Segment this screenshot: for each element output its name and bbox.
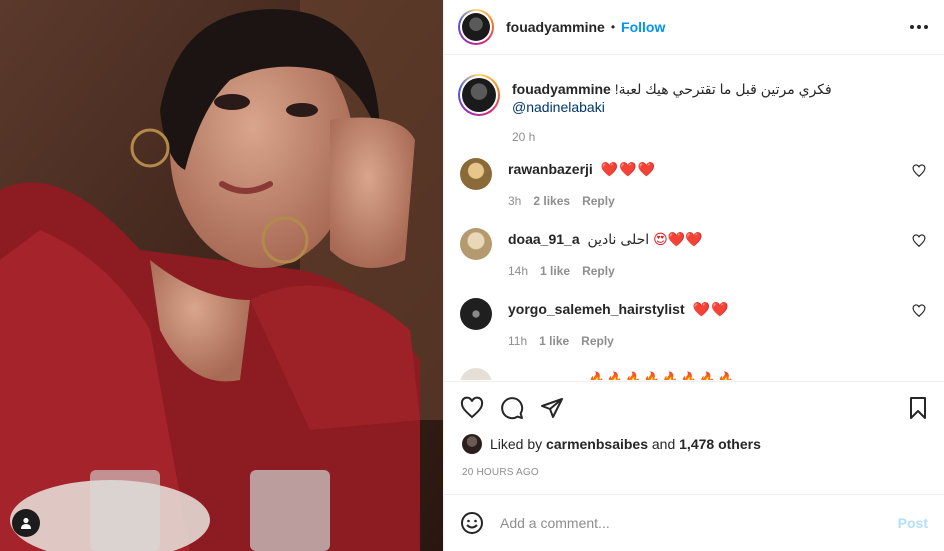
portrait-photo — [0, 0, 443, 551]
paper-plane-icon — [541, 397, 563, 418]
comment-time: 14h — [508, 264, 529, 278]
caption-time: 20 h — [512, 130, 536, 144]
comment-text: احلى نادين — [587, 231, 650, 247]
comment-text: 🔥🔥🔥🔥🔥🔥🔥🔥 — [588, 371, 736, 380]
reply-button[interactable]: Reply — [581, 334, 614, 348]
post-header: fouadyammine • Follow — [444, 0, 944, 55]
post-date: 20 HOURS AGO — [462, 467, 539, 478]
bookmark-icon — [910, 396, 926, 419]
save-button[interactable] — [906, 396, 930, 420]
post-comment-button[interactable]: Post — [898, 515, 928, 531]
add-comment-bar: Add a comment... Post — [444, 494, 944, 551]
like-comment-icon[interactable] — [912, 234, 926, 248]
post-panel: fouadyammine • Follow fouadyammine فكري … — [443, 0, 944, 551]
reply-button[interactable]: Reply — [582, 194, 615, 208]
liker-avatar[interactable] — [462, 434, 482, 454]
caption-mention[interactable]: @nadinelabaki — [512, 99, 605, 115]
comment-avatar[interactable] — [460, 298, 492, 330]
comment-likes[interactable]: 1 like — [540, 264, 570, 278]
comment-likes[interactable]: 1 like — [539, 334, 569, 348]
follow-button[interactable]: Follow — [621, 19, 665, 35]
action-bar — [444, 381, 944, 433]
caption-username[interactable]: fouadyammine — [512, 81, 611, 97]
comment-input[interactable]: Add a comment... — [500, 515, 898, 531]
emoji-icon — [461, 512, 483, 534]
heart-icon — [460, 396, 484, 418]
like-button[interactable] — [460, 396, 484, 420]
more-options-icon[interactable] — [910, 25, 928, 29]
likes-count[interactable]: 1,478 others — [679, 436, 761, 452]
comment-username[interactable]: rawanbazerji — [508, 161, 593, 177]
comment-text: ❤️❤️ — [692, 301, 730, 317]
likes-connector: and — [651, 436, 676, 452]
reply-button[interactable]: Reply — [582, 264, 615, 278]
share-button[interactable] — [540, 396, 564, 420]
comment-username[interactable]: doaa_91_a — [508, 231, 580, 247]
like-comment-icon[interactable] — [912, 164, 926, 178]
like-comment-icon[interactable] — [912, 304, 926, 318]
post-image[interactable] — [0, 0, 443, 551]
comment-icon — [501, 396, 524, 419]
comment-item: rawanbazerji ❤️❤️❤️ 3h 2 likes Reply — [458, 158, 928, 208]
separator-dot: • — [610, 20, 616, 34]
caption: fouadyammine فكري مرتين قبل ما تقترحي هي… — [458, 56, 928, 144]
author-avatar[interactable] — [458, 9, 494, 45]
caption-text: فكري مرتين قبل ما تقترحي هيك لعبة! — [614, 81, 832, 97]
comment-button[interactable] — [500, 396, 524, 420]
likes-prefix: Liked by — [490, 436, 543, 452]
comment-emoji: 😍❤️❤️ — [653, 231, 703, 247]
comment-avatar[interactable] — [460, 158, 492, 190]
comment-time: 3h — [508, 194, 522, 208]
emoji-button[interactable] — [460, 511, 484, 535]
comment-item: doaa_91_a احلى نادين 😍❤️❤️ 14h 1 like Re… — [458, 228, 928, 278]
liker-username[interactable]: carmenbsaibes — [546, 436, 648, 452]
comment-avatar[interactable] — [460, 228, 492, 260]
comment-text: ❤️❤️❤️ — [600, 161, 657, 177]
user-icon — [21, 517, 31, 529]
comment-item: yorgo_salemeh_hairstylist ❤️❤️ 11h 1 lik… — [458, 298, 928, 348]
comment-likes[interactable]: 2 likes — [533, 194, 570, 208]
author-username[interactable]: fouadyammine — [506, 19, 605, 35]
comment-avatar[interactable] — [460, 368, 492, 380]
tagged-user-button[interactable] — [12, 509, 40, 537]
comment-item: 🔥🔥🔥🔥🔥🔥🔥🔥 — [458, 368, 928, 380]
likes-summary: Liked by carmenbsaibes and 1,478 others — [462, 434, 761, 454]
comment-username[interactable]: yorgo_salemeh_hairstylist — [508, 301, 685, 317]
caption-avatar[interactable] — [458, 74, 500, 116]
comment-time: 11h — [508, 334, 528, 348]
comments-list[interactable]: fouadyammine فكري مرتين قبل ما تقترحي هي… — [444, 56, 944, 380]
